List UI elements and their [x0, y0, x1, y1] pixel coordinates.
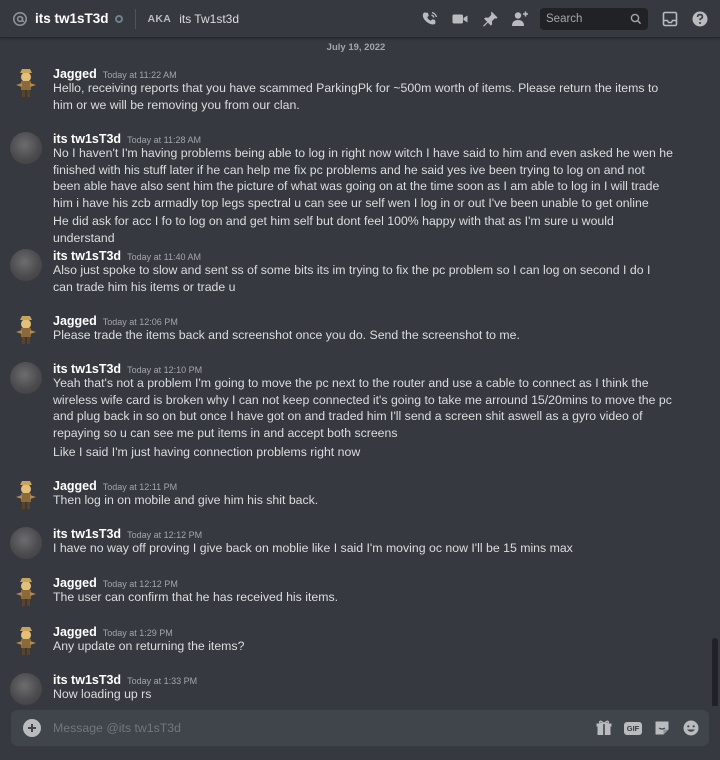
message-author[interactable]: Jagged — [53, 314, 97, 328]
message-author[interactable]: Jagged — [53, 576, 97, 590]
message-author[interactable]: its tw1sT3d — [53, 132, 121, 146]
message-timestamp: Today at 12:11 PM — [102, 482, 178, 492]
gif-label: GIF — [623, 721, 643, 735]
message-text: Any update on returning the items? — [53, 639, 245, 653]
discord-dm-window: its tw1sT3d AKA its Tw1st3d Search July … — [0, 0, 720, 760]
message-author[interactable]: its tw1sT3d — [53, 673, 121, 687]
message-timestamp: Today at 11:40 AM — [127, 252, 201, 262]
at-sign-icon — [12, 11, 28, 27]
message-text: He did ask for acc I fo to log on and ge… — [53, 214, 614, 245]
gray-avatar[interactable] — [10, 249, 42, 281]
offline-status-icon — [114, 14, 123, 23]
message-composer: GIF — [11, 710, 709, 746]
gray-avatar[interactable] — [10, 527, 42, 559]
gray-avatar[interactable] — [10, 673, 42, 705]
message-text: Now loading up rs — [53, 687, 152, 701]
pinned-messages-icon[interactable] — [480, 9, 500, 29]
jagged-avatar[interactable] — [10, 67, 42, 99]
emoji-icon[interactable] — [681, 718, 701, 738]
jagged-avatar[interactable] — [10, 314, 42, 346]
video-call-icon[interactable] — [450, 9, 470, 29]
jagged-avatar[interactable] — [10, 479, 42, 511]
message-timestamp: Today at 11:28 AM — [127, 135, 201, 145]
message-timestamp: Today at 12:10 PM — [127, 365, 203, 375]
message-input[interactable] — [53, 718, 573, 738]
message-author[interactable]: its tw1sT3d — [53, 527, 121, 541]
search-input[interactable]: Search — [540, 8, 648, 30]
gray-avatar[interactable] — [10, 362, 42, 394]
message-author[interactable]: Jagged — [53, 479, 97, 493]
help-icon[interactable] — [690, 9, 710, 29]
message-author[interactable]: its tw1sT3d — [53, 362, 121, 376]
scrollbar[interactable] — [712, 638, 718, 706]
sticker-icon[interactable] — [652, 718, 672, 738]
composer-toolbar: GIF — [585, 710, 701, 746]
message-timestamp: Today at 12:06 PM — [102, 317, 178, 327]
message-text: Hello, receiving reports that you have s… — [53, 81, 659, 112]
message-text: The user can confirm that he has receive… — [53, 590, 339, 604]
aka-label: AKA — [147, 12, 172, 25]
message-timestamp: Today at 12:12 PM — [102, 579, 178, 589]
message-author[interactable]: Jagged — [53, 625, 97, 639]
message-timestamp: Today at 1:29 PM — [102, 628, 173, 638]
gift-icon[interactable] — [594, 718, 614, 738]
add-attachment-button[interactable] — [23, 719, 41, 737]
message-timestamp: Today at 11:22 AM — [102, 70, 177, 80]
jagged-avatar[interactable] — [10, 625, 42, 657]
voice-call-icon[interactable] — [420, 9, 440, 29]
inbox-icon[interactable] — [660, 9, 680, 29]
message-text: Then log in on mobile and give him his s… — [53, 493, 319, 507]
gray-avatar[interactable] — [10, 132, 42, 164]
message-timestamp: Today at 1:33 PM — [127, 676, 198, 686]
add-friends-to-dm-icon[interactable] — [510, 9, 530, 29]
message-text: I have no way off proving I give back on… — [53, 541, 573, 555]
search-icon — [630, 13, 642, 25]
message-text: Like I said I'm just having connection p… — [53, 445, 361, 459]
message-text: No I haven't I'm having problems being a… — [53, 146, 673, 210]
search-placeholder: Search — [546, 13, 583, 25]
message-text: Please trade the items back and screensh… — [53, 328, 520, 342]
message-list[interactable]: July 19, 2022 Jagged Today at 11:22 AM He… — [0, 38, 720, 706]
channel-header: its tw1sT3d AKA its Tw1st3d Search — [0, 0, 720, 38]
plus-icon — [28, 724, 36, 732]
message-author[interactable]: its tw1sT3d — [53, 249, 121, 263]
message-timestamp: Today at 12:12 PM — [127, 530, 203, 540]
header-toolbar: Search — [410, 0, 710, 38]
aka-name: its Tw1st3d — [179, 11, 239, 26]
jagged-avatar[interactable] — [10, 576, 42, 608]
header-divider — [134, 8, 136, 29]
message-text: Also just spoke to slow and sent ss of s… — [53, 263, 651, 294]
dm-recipient-name: its tw1sT3d — [35, 11, 109, 26]
gif-button[interactable]: GIF — [623, 718, 643, 738]
date-separator: July 19, 2022 — [326, 42, 386, 53]
message-text: Yeah that's not a problem I'm going to m… — [53, 376, 672, 440]
message-author[interactable]: Jagged — [53, 67, 97, 81]
